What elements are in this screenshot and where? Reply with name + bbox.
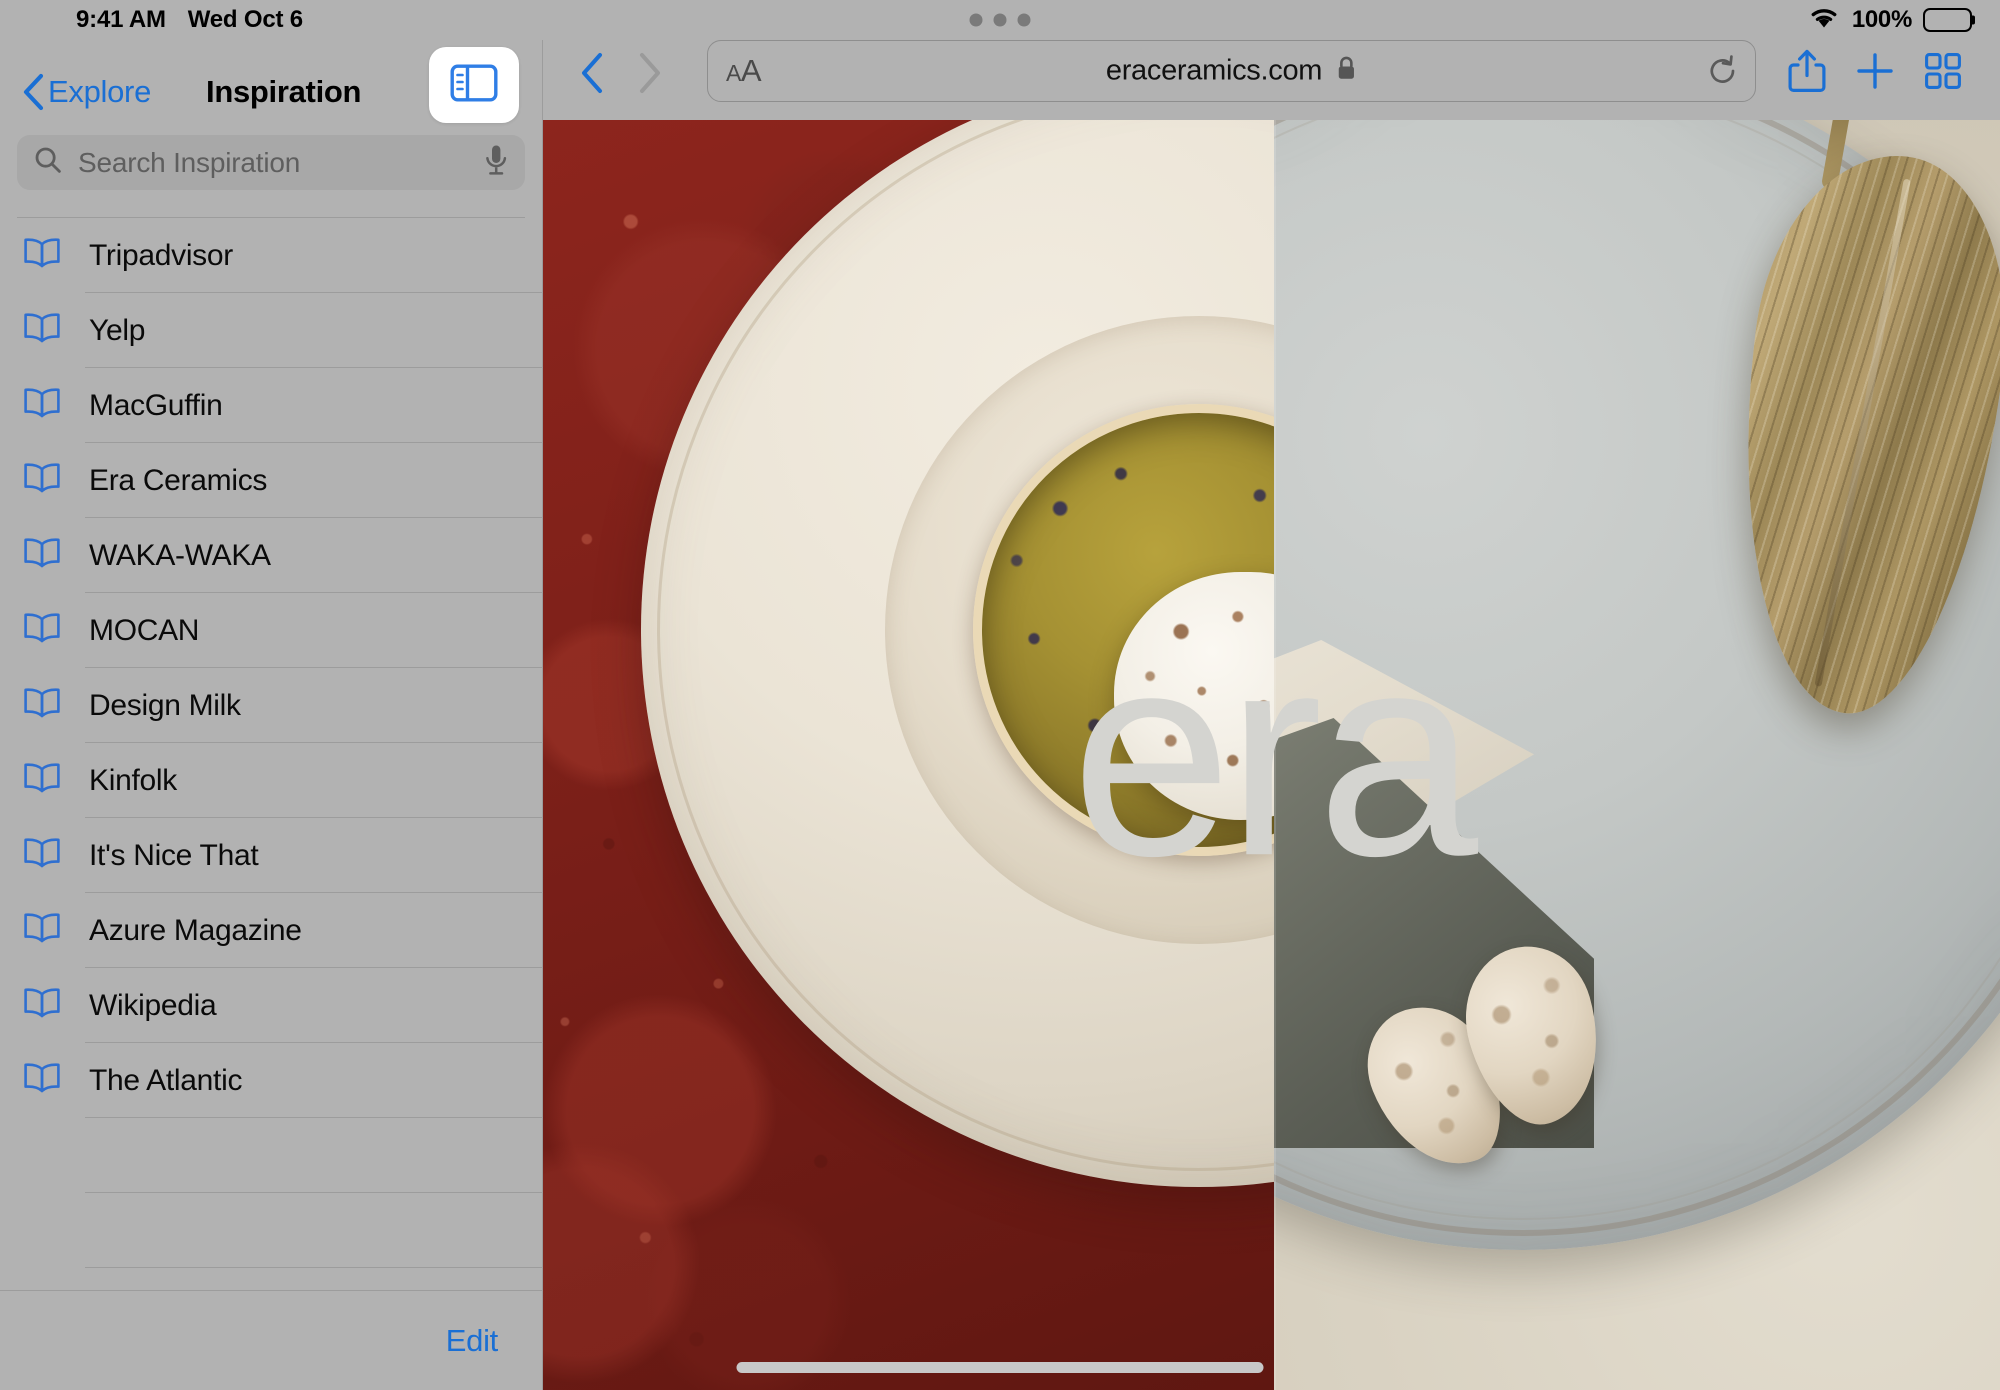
microphone-icon[interactable] [483, 143, 509, 182]
status-bar-left: 9:41 AM Wed Oct 6 [76, 6, 303, 34]
grabber-dot [969, 13, 983, 27]
bookmark-label: Kinfolk [89, 763, 177, 797]
bookmark-book-icon [22, 837, 62, 874]
bookmark-label: Design Milk [89, 688, 241, 722]
bookmark-row-yelp[interactable]: Yelp [0, 293, 542, 368]
bookmarks-sidebar: Explore Inspiration Search Inspiration T… [0, 0, 543, 1390]
search-icon [33, 145, 63, 180]
bookmark-label: It's Nice That [89, 838, 259, 872]
bookmark-row-mocan[interactable]: MOCAN [0, 593, 542, 668]
bookmark-row-design-milk[interactable]: Design Milk [0, 668, 542, 743]
battery-full-icon [1923, 8, 1975, 32]
status-bar-right: 100% [1807, 5, 1975, 35]
bookmark-row-era-ceramics[interactable]: Era Ceramics [0, 443, 542, 518]
browser-forward-button[interactable] [621, 44, 679, 102]
search-container: Search Inspiration [0, 135, 542, 218]
url-text: eraceramics.com [1105, 54, 1323, 87]
bookmark-label: Tripadvisor [89, 238, 233, 272]
bookmark-book-icon [22, 612, 62, 649]
safari-browser-pane: AA eraceramics.com era [543, 0, 2000, 1390]
bookmark-label: Azure Magazine [89, 913, 302, 947]
text-size-button[interactable]: AA [726, 53, 762, 89]
bookmark-row-kinfolk[interactable]: Kinfolk [0, 743, 542, 818]
date: Wed Oct 6 [187, 6, 303, 33]
bookmark-book-icon [22, 312, 62, 349]
sidebar-toggle-button[interactable] [429, 47, 519, 123]
bookmark-row-azure-magazine[interactable]: Azure Magazine [0, 893, 542, 968]
bookmark-row-tripadvisor[interactable]: Tripadvisor [0, 218, 542, 293]
battery-percent-label: 100% [1851, 6, 1912, 33]
bookmark-label: Era Ceramics [89, 463, 268, 497]
bookmark-book-icon [22, 987, 62, 1024]
empty-list-row [0, 1118, 542, 1193]
bookmark-label: MOCAN [89, 613, 200, 647]
bookmark-row-macguffin[interactable]: MacGuffin [0, 368, 542, 443]
back-to-explore-link[interactable]: Explore [48, 74, 151, 110]
multitasking-grabber-icon[interactable] [969, 13, 1031, 27]
address-bar[interactable]: AA eraceramics.com [707, 40, 1756, 102]
tab-overview-button[interactable] [1912, 40, 1974, 102]
bookmark-book-icon [22, 537, 62, 574]
browser-back-button[interactable] [563, 44, 621, 102]
grabber-dot [1017, 13, 1031, 27]
text-size-small-a: A [726, 60, 741, 86]
bookmark-label: WAKA-WAKA [89, 538, 271, 572]
url-display: eraceramics.com [1106, 55, 1357, 88]
bookmarks-list: Tripadvisor Yelp MacGuffin Era Ceramics … [0, 218, 542, 1268]
reload-icon[interactable] [1707, 55, 1739, 87]
battery-nub [1971, 15, 1975, 25]
clock: 9:41 AM [76, 6, 166, 33]
bookmark-book-icon [22, 1062, 62, 1099]
bookmark-book-icon [22, 687, 62, 724]
bookmark-label: MacGuffin [89, 388, 223, 422]
bookmark-row-waka-waka[interactable]: WAKA-WAKA [0, 518, 542, 593]
bookmark-label: The Atlantic [89, 1063, 243, 1097]
bookmark-book-icon [22, 912, 62, 949]
wifi-icon [1807, 5, 1841, 35]
bookmark-label: Yelp [89, 313, 146, 347]
page-title: Inspiration [206, 73, 362, 109]
site-wordmark: era [1070, 592, 1478, 917]
web-page-content[interactable]: era [543, 120, 2000, 1390]
bookmark-book-icon [22, 762, 62, 799]
bookmark-row-wikipedia[interactable]: Wikipedia [0, 968, 542, 1043]
sidebar-footer: Edit [0, 1290, 543, 1390]
bookmark-row-the-atlantic[interactable]: The Atlantic [0, 1043, 542, 1118]
home-indicator[interactable] [736, 1362, 1264, 1373]
search-input[interactable]: Search Inspiration [17, 135, 525, 190]
status-bar: 9:41 AM Wed Oct 6 100% [0, 0, 2000, 40]
chevron-left-icon[interactable] [22, 73, 44, 111]
grabber-dot [993, 13, 1007, 27]
new-tab-button[interactable] [1844, 40, 1906, 102]
sidebar-toggle-icon [450, 64, 498, 107]
lock-icon [1335, 56, 1357, 87]
bookmark-book-icon [22, 462, 62, 499]
text-size-large-a: A [740, 53, 762, 88]
empty-list-row [0, 1193, 542, 1268]
search-placeholder-text: Search Inspiration [78, 146, 301, 178]
bookmark-label: Wikipedia [89, 988, 217, 1022]
ipad-screen: 9:41 AM Wed Oct 6 100% Explore Inspirati… [0, 0, 2000, 1390]
bookmark-book-icon [22, 237, 62, 274]
bookmark-row-it-s-nice-that[interactable]: It's Nice That [0, 818, 542, 893]
bookmark-book-icon [22, 387, 62, 424]
row-separator [85, 1267, 542, 1268]
share-button[interactable] [1776, 40, 1838, 102]
edit-button[interactable]: Edit [446, 1323, 499, 1359]
